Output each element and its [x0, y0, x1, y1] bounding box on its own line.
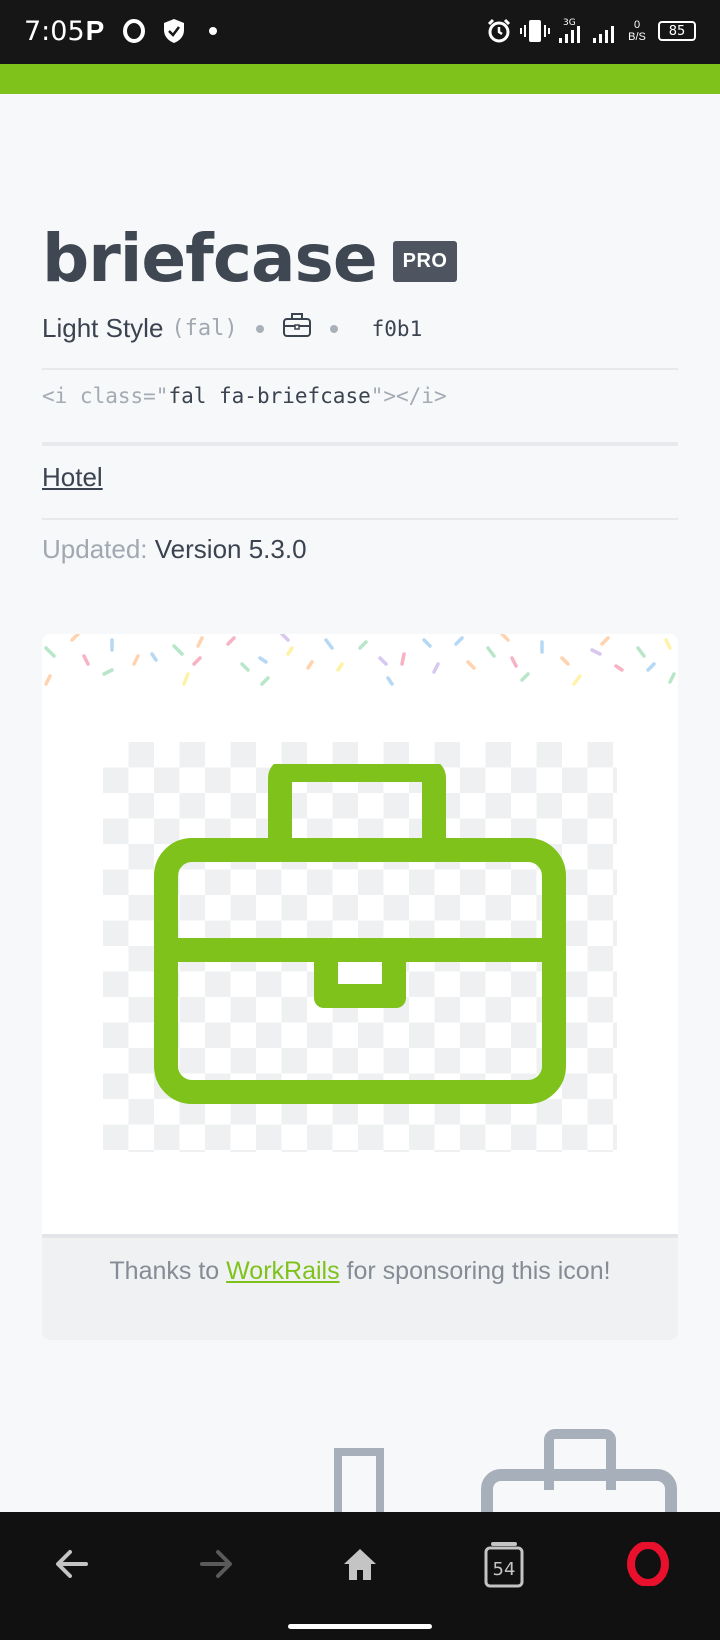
net-speed-value: 0 — [633, 19, 641, 31]
sponsor-link[interactable]: WorkRails — [226, 1257, 339, 1285]
updated-label: Updated: — [42, 534, 148, 564]
tabs-button[interactable]: 54 — [474, 1538, 534, 1590]
battery-icon: 85 — [656, 14, 698, 48]
forward-button[interactable] — [186, 1538, 246, 1590]
unicode-value[interactable]: f0b1 — [372, 317, 423, 341]
briefcase-icon-large-preview — [481, 1429, 677, 1512]
style-preview-strip — [334, 1429, 677, 1512]
icon-meta: Light Style (fal) f0b1 — [42, 312, 422, 345]
clock: 7:05 — [24, 16, 85, 47]
briefcase-icon — [282, 312, 312, 345]
shield-icon — [160, 14, 188, 48]
sprinkles-decoration — [44, 634, 676, 686]
home-button[interactable] — [330, 1538, 390, 1590]
tabs-icon: 54 — [484, 1542, 524, 1588]
alarm-icon — [484, 14, 514, 48]
briefcase-icon-small-preview — [334, 1448, 384, 1512]
net-speed-unit: B/S — [628, 31, 646, 43]
opera-menu-button[interactable] — [618, 1538, 678, 1590]
network-speed: 0 B/S — [624, 14, 650, 48]
signal-3g-icon: 3G — [556, 14, 586, 48]
html-snippet[interactable]: <i class="fal fa-briefcase"></i> — [42, 384, 447, 408]
tab-count: 54 — [493, 1559, 516, 1580]
style-code: (fal) — [171, 316, 238, 341]
sponsor-suffix: for sponsoring this icon! — [339, 1257, 611, 1285]
battery-level: 85 — [658, 21, 696, 41]
category-link-hotel[interactable]: Hotel — [42, 462, 103, 493]
snippet-open: <i class=" — [42, 384, 169, 408]
divider — [42, 518, 678, 520]
divider — [42, 368, 678, 370]
title-row: briefcase PRO — [42, 220, 458, 297]
home-indicator[interactable] — [288, 1624, 432, 1629]
opera-notification-icon — [120, 14, 148, 48]
back-button[interactable] — [42, 1538, 102, 1590]
sponsor-prefix: Thanks to — [109, 1257, 227, 1285]
updated-info: Updated: Version 5.3.0 — [42, 534, 307, 565]
icon-preview-card: Thanks to WorkRails for sponsoring this … — [42, 634, 678, 1340]
separator-dot — [329, 324, 338, 333]
snippet-class: fal fa-briefcase — [168, 384, 371, 408]
sponsor-note: Thanks to WorkRails for sponsoring this … — [42, 1234, 678, 1340]
arrow-left-icon — [56, 1550, 88, 1578]
brand-bar — [0, 64, 720, 94]
svg-text:3G: 3G — [563, 18, 576, 28]
divider — [42, 442, 678, 446]
pro-badge: PRO — [392, 241, 458, 282]
briefcase-icon — [154, 764, 566, 1104]
browser-nav-bar: 54 — [0, 1512, 720, 1640]
updated-version: Version 5.3.0 — [154, 534, 307, 564]
status-bar: 7:05 P 3G 0 B/S 85 — [0, 0, 720, 64]
page-title: briefcase — [42, 220, 378, 297]
home-icon — [344, 1549, 376, 1580]
notification-dot-icon — [208, 14, 218, 48]
style-label: Light Style — [42, 313, 164, 343]
arrow-right-icon — [200, 1550, 232, 1578]
signal-icon — [590, 14, 620, 48]
separator-dot — [255, 324, 264, 333]
vibrate-icon — [518, 14, 552, 48]
opera-logo-icon — [627, 1542, 669, 1586]
snippet-close: "></i> — [370, 384, 447, 408]
parking-icon: P — [85, 15, 105, 46]
